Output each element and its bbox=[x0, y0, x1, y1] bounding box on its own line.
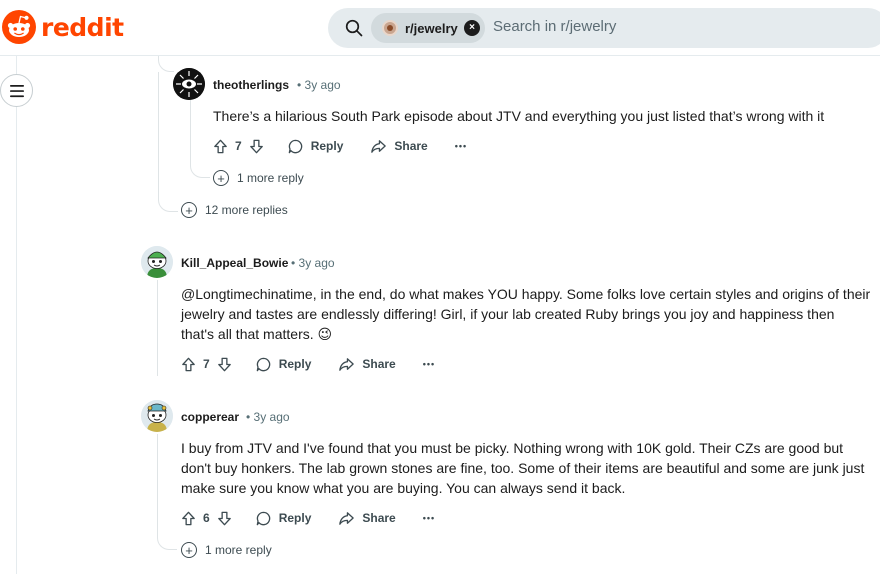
comment-timestamp[interactable]: • 3y ago bbox=[297, 78, 341, 92]
comment-author[interactable]: Kill_Appeal_Bowie bbox=[181, 256, 288, 270]
comment-timestamp[interactable]: • 3y ago bbox=[246, 410, 290, 424]
reply-label: Reply bbox=[310, 139, 344, 153]
more-options-button[interactable]: ••• bbox=[423, 513, 435, 523]
comment-body: I buy from JTV and I've found that you m… bbox=[181, 440, 865, 496]
more-replies-label: 1 more reply bbox=[237, 171, 304, 185]
top-bar: reddit r/jewelry × bbox=[0, 0, 880, 56]
remove-filter-icon[interactable]: × bbox=[464, 20, 480, 36]
more-options-button[interactable]: ••• bbox=[455, 141, 467, 151]
avatar[interactable] bbox=[173, 68, 205, 100]
reply-button[interactable]: Reply bbox=[255, 356, 312, 373]
reply-button[interactable]: Reply bbox=[287, 138, 344, 155]
more-replies-link[interactable]: + 1 more reply bbox=[213, 170, 304, 186]
expand-plus-icon: + bbox=[181, 202, 197, 218]
thread-line bbox=[157, 434, 158, 530]
sidebar-toggle-button[interactable] bbox=[0, 74, 33, 107]
share-arrow-icon bbox=[339, 511, 355, 525]
share-label: Share bbox=[394, 139, 428, 153]
comment-actions: 7 Reply Share ••• bbox=[212, 136, 467, 156]
thread-connector bbox=[190, 160, 210, 178]
share-button[interactable]: Share bbox=[338, 510, 396, 527]
expand-plus-icon: + bbox=[181, 542, 197, 558]
subreddit-filter-chip[interactable]: r/jewelry × bbox=[371, 13, 485, 43]
subreddit-chip-label: r/jewelry bbox=[405, 20, 458, 36]
upvote-icon[interactable] bbox=[180, 356, 197, 373]
reply-button[interactable]: Reply bbox=[255, 510, 312, 527]
thread-line bbox=[158, 72, 159, 198]
avatar[interactable] bbox=[141, 246, 173, 278]
snoo-avatar-icon bbox=[141, 400, 173, 432]
vote-controls: 7 bbox=[212, 138, 265, 155]
more-replies-label: 12 more replies bbox=[205, 203, 288, 217]
share-arrow-icon bbox=[371, 139, 387, 153]
thread-line bbox=[190, 100, 191, 162]
comment-timestamp[interactable]: • 3y ago bbox=[291, 256, 335, 270]
subreddit-icon bbox=[382, 20, 398, 36]
thread-connector bbox=[157, 530, 177, 550]
thread-line bbox=[157, 280, 158, 376]
search-icon bbox=[345, 19, 363, 37]
comment-body: There’s a hilarious South Park episode a… bbox=[213, 108, 825, 124]
reply-label: Reply bbox=[278, 511, 312, 525]
share-label: Share bbox=[362, 357, 396, 371]
reddit-snoo-icon bbox=[2, 10, 36, 44]
snoo-avatar-icon bbox=[141, 246, 173, 278]
share-button[interactable]: Share bbox=[338, 356, 396, 373]
downvote-icon[interactable] bbox=[216, 510, 233, 527]
vote-count: 7 bbox=[203, 357, 210, 371]
search-bar[interactable]: r/jewelry × bbox=[328, 8, 880, 48]
vote-controls: 6 bbox=[180, 510, 233, 527]
comment-author[interactable]: theotherlings bbox=[213, 78, 289, 92]
comment-bubble-icon bbox=[288, 139, 302, 153]
vote-count: 6 bbox=[203, 511, 210, 525]
downvote-icon[interactable] bbox=[216, 356, 233, 373]
sidebar-divider bbox=[16, 56, 17, 574]
comment-body: @Longtimechinatime, in the end, do what … bbox=[181, 286, 871, 342]
hamburger-menu-icon bbox=[9, 84, 24, 97]
upvote-icon[interactable] bbox=[180, 510, 197, 527]
more-replies-link[interactable]: + 12 more replies bbox=[181, 202, 288, 218]
share-button[interactable]: Share bbox=[370, 138, 428, 155]
search-input[interactable] bbox=[493, 18, 873, 35]
more-replies-label: 1 more reply bbox=[205, 543, 272, 557]
comment-bubble-icon bbox=[256, 357, 270, 371]
vote-count: 7 bbox=[235, 139, 242, 153]
expand-plus-icon: + bbox=[213, 170, 229, 186]
reddit-logo[interactable]: reddit bbox=[2, 10, 124, 44]
vote-controls: 7 bbox=[180, 356, 233, 373]
upvote-icon[interactable] bbox=[212, 138, 229, 155]
comment-author[interactable]: copperear bbox=[181, 410, 239, 424]
comment-actions: 6 Reply Share ••• bbox=[180, 508, 435, 528]
avatar[interactable] bbox=[141, 400, 173, 432]
downvote-icon[interactable] bbox=[248, 138, 265, 155]
comment-bubble-icon bbox=[256, 511, 270, 525]
share-label: Share bbox=[362, 511, 396, 525]
thread-connector bbox=[158, 196, 178, 212]
share-arrow-icon bbox=[339, 357, 355, 371]
comment-actions: 7 Reply Share ••• bbox=[180, 354, 435, 374]
more-replies-link[interactable]: + 1 more reply bbox=[181, 542, 272, 558]
more-options-button[interactable]: ••• bbox=[423, 359, 435, 369]
sun-eye-avatar-icon bbox=[173, 68, 205, 100]
thread-connector bbox=[158, 56, 174, 72]
reply-label: Reply bbox=[278, 357, 312, 371]
logo-wordmark: reddit bbox=[41, 12, 124, 42]
